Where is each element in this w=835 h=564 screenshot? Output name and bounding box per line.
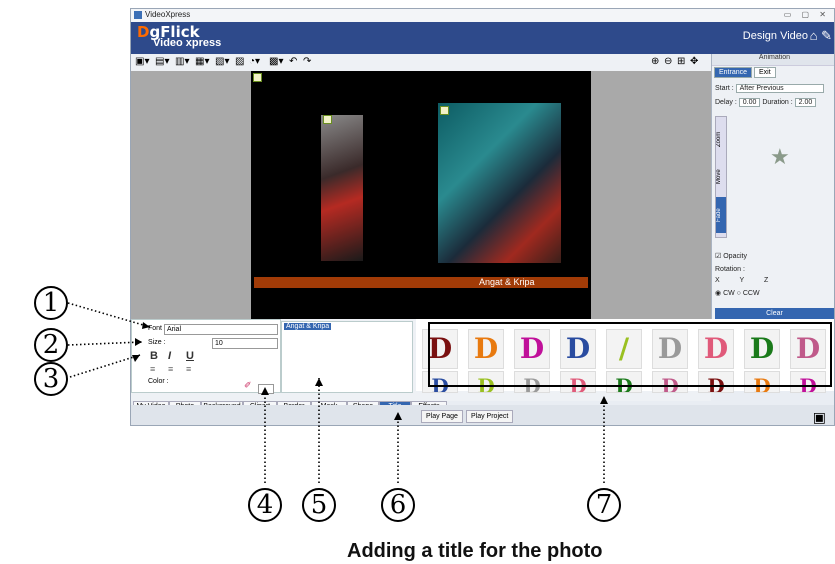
figure-caption: Adding a title for the photo bbox=[347, 540, 603, 562]
callout-2: 2 bbox=[34, 328, 68, 362]
callout-5: 5 bbox=[302, 488, 336, 522]
callout-7: 7 bbox=[587, 488, 621, 522]
callout-6: 6 bbox=[381, 488, 415, 522]
callout-1: 1 bbox=[34, 286, 68, 320]
callout-leaders bbox=[67, 302, 608, 483]
callout-4: 4 bbox=[248, 488, 282, 522]
callout-3: 3 bbox=[34, 362, 68, 396]
